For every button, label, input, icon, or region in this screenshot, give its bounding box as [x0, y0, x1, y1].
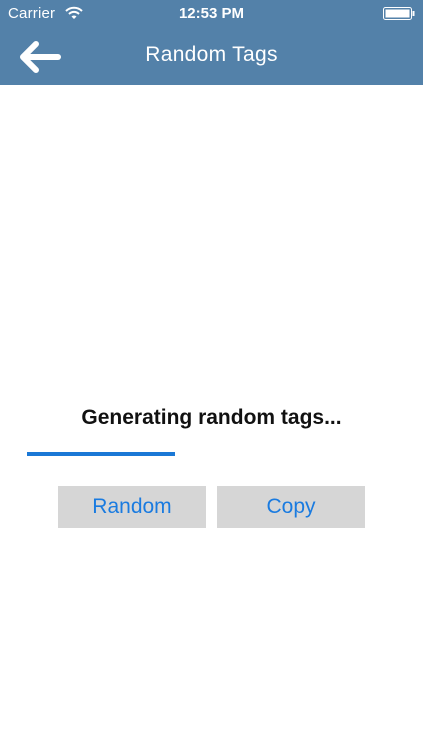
clock-time: 12:53 PM — [178, 5, 245, 22]
progress-bar — [27, 452, 396, 456]
navigation-bar: Random Tags — [0, 28, 423, 85]
top-bar: Carrier 12:53 PM Random Tags — [0, 0, 423, 85]
copy-button[interactable]: Copy — [217, 486, 365, 528]
battery-icon — [383, 7, 415, 20]
progress-bar-fill — [27, 452, 175, 456]
generating-status-text: Generating random tags... — [81, 406, 342, 429]
status-bar: Carrier 12:53 PM — [0, 0, 423, 28]
random-button[interactable]: Random — [58, 486, 206, 528]
page-title: Random Tags — [145, 43, 278, 66]
